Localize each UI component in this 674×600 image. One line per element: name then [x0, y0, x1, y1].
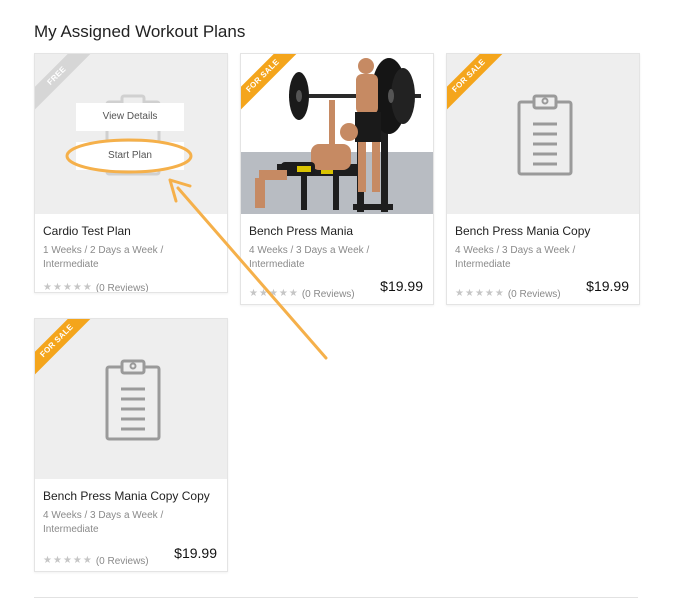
plan-card[interactable]: FOR SALE Bench Press Mania 4 Weeks / 3 D…	[240, 53, 434, 305]
star-rating: ★ ★ ★ ★ ★	[43, 556, 92, 566]
plan-title[interactable]: Bench Press Mania Copy	[455, 224, 631, 238]
plan-price: $19.99	[586, 278, 629, 294]
star-icon: ★	[258, 288, 268, 299]
star-icon: ★	[249, 288, 258, 299]
star-icon: ★	[268, 288, 278, 299]
star-rating: ★ ★ ★ ★ ★	[455, 289, 504, 299]
for-sale-ribbon: FOR SALE	[447, 54, 509, 116]
star-icon: ★	[288, 288, 298, 299]
star-icon: ★	[52, 282, 62, 293]
star-icon: ★	[43, 555, 52, 566]
plan-level: Intermediate	[43, 524, 99, 535]
star-icon: ★	[82, 282, 92, 293]
star-icon: ★	[72, 282, 82, 293]
star-icon: ★	[464, 288, 474, 299]
plan-card[interactable]: FOR SALE Bench Press Mania Copy 4 Weeks …	[446, 53, 640, 305]
star-icon: ★	[455, 288, 464, 299]
plan-level: Intermediate	[455, 259, 511, 270]
star-icon: ★	[43, 282, 52, 293]
plan-title[interactable]: Bench Press Mania Copy Copy	[43, 489, 219, 503]
card-body: Bench Press Mania Copy 4 Weeks / 3 Days …	[447, 214, 639, 304]
plan-schedule: 4 Weeks / 3 Days a Week /	[43, 510, 164, 521]
plan-thumbnail[interactable]: FOR SALE	[447, 54, 639, 214]
star-icon: ★	[62, 555, 72, 566]
view-details-button[interactable]: View Details	[76, 103, 184, 131]
bottom-divider	[34, 597, 638, 598]
plan-level: Intermediate	[249, 259, 305, 270]
clipboard-icon	[105, 359, 161, 441]
page-title: My Assigned Workout Plans	[34, 22, 246, 41]
review-count[interactable]: (0 Reviews)	[508, 289, 561, 300]
review-count[interactable]: (0 Reviews)	[96, 283, 149, 293]
star-icon: ★	[62, 282, 72, 293]
plan-schedule: 1 Weeks / 2 Days a Week /	[43, 245, 164, 256]
star-icon: ★	[52, 555, 62, 566]
card-body: Cardio Test Plan 1 Weeks / 2 Days a Week…	[35, 214, 227, 292]
plan-thumbnail[interactable]: FOR SALE	[241, 54, 433, 214]
start-plan-button[interactable]: Start Plan	[76, 142, 184, 170]
card-body: Bench Press Mania 4 Weeks / 3 Days a Wee…	[241, 214, 433, 304]
star-icon: ★	[474, 288, 484, 299]
review-count[interactable]: (0 Reviews)	[96, 556, 149, 567]
plan-thumbnail[interactable]: FOR SALE	[35, 319, 227, 479]
star-icon: ★	[82, 555, 92, 566]
star-icon: ★	[278, 288, 288, 299]
star-rating: ★ ★ ★ ★ ★	[249, 289, 298, 299]
star-icon: ★	[72, 555, 82, 566]
star-icon: ★	[484, 288, 494, 299]
plan-card[interactable]: FOR SALE Bench Press Mania Copy Copy 4 W…	[34, 318, 228, 572]
plan-thumbnail[interactable]: FREE View Details Start Plan	[35, 54, 227, 214]
plan-card[interactable]: FREE View Details Start Plan Cardio Test…	[34, 53, 228, 293]
clipboard-icon	[517, 94, 573, 176]
card-body: Bench Press Mania Copy Copy 4 Weeks / 3 …	[35, 479, 227, 571]
plan-schedule: 4 Weeks / 3 Days a Week /	[455, 245, 576, 256]
plan-title[interactable]: Bench Press Mania	[249, 224, 425, 238]
review-count[interactable]: (0 Reviews)	[302, 289, 355, 300]
plan-level: Intermediate	[43, 259, 99, 270]
for-sale-ribbon: FOR SALE	[35, 319, 97, 381]
star-rating: ★ ★ ★ ★ ★	[43, 283, 92, 293]
plan-title[interactable]: Cardio Test Plan	[43, 224, 219, 238]
plan-price: $19.99	[174, 545, 217, 561]
plan-price: $19.99	[380, 278, 423, 294]
rating-row: ★ ★ ★ ★ ★ (0 Reviews)	[43, 280, 219, 293]
star-icon: ★	[494, 288, 504, 299]
plan-schedule: 4 Weeks / 3 Days a Week /	[249, 245, 370, 256]
